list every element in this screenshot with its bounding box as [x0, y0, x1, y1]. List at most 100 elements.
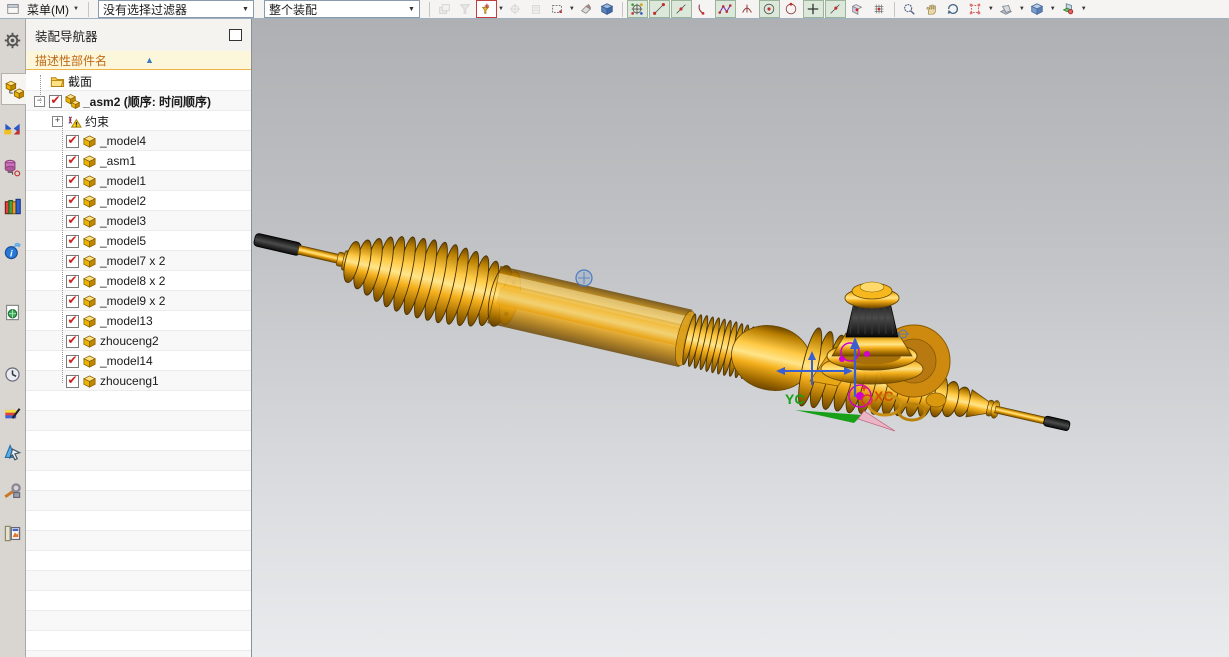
tree-item-label[interactable]: 截面 [68, 73, 92, 90]
resource-tab-constraint-navigator-icon[interactable] [1, 113, 24, 143]
pole-point-icon[interactable] [737, 0, 758, 18]
component-checkbox[interactable]: ✔ [66, 234, 79, 248]
tree-item-label[interactable]: zhouceng2 [100, 334, 159, 348]
column-header[interactable]: 描述性部件名 ▲ [26, 51, 251, 70]
resource-tab-pointer-tool-icon[interactable] [1, 436, 24, 466]
selection-scope-select[interactable]: 整个装配 ▼ [263, 0, 420, 18]
spline-point-icon[interactable] [714, 0, 736, 18]
left-bellows-boot[interactable] [336, 221, 504, 333]
tree-item-约束[interactable]: + 约束 [26, 111, 251, 131]
component-checkbox[interactable]: ✔ [66, 294, 79, 308]
point-on-face-icon[interactable] [847, 0, 868, 18]
marquee-select-icon[interactable] [547, 0, 568, 18]
component-checkbox[interactable]: ✔ [66, 274, 79, 288]
tree-item-_model9-x-2[interactable]: ✔ _model9 x 2 [26, 291, 251, 311]
quadrant-point-icon[interactable] [781, 0, 802, 18]
tree-item-_model14[interactable]: ✔ _model14 [26, 351, 251, 371]
tree-item-label[interactable]: _model5 [100, 234, 146, 248]
tree-item-截面[interactable]: 截面 [26, 71, 251, 91]
endpoint-icon[interactable] [648, 0, 670, 18]
tree-item-_model3[interactable]: ✔ _model3 [26, 211, 251, 231]
component-checkbox[interactable]: ✔ [66, 194, 79, 208]
resource-tab-part-navigator-icon[interactable] [1, 152, 24, 182]
left-tie-rod-end[interactable] [253, 233, 302, 256]
graphics-window[interactable]: YC XC [252, 19, 1229, 657]
chevron-down-icon[interactable]: ▼ [498, 6, 504, 12]
right-tie-rod[interactable] [994, 405, 1050, 426]
filter-funnel-icon[interactable] [455, 0, 476, 18]
selection-filter-select[interactable]: 没有选择过滤器 ▼ [97, 0, 254, 18]
work-part-icon[interactable] [597, 0, 618, 18]
grid-point-icon[interactable] [869, 0, 890, 18]
tree-item-label[interactable]: _model8 x 2 [100, 274, 165, 288]
resource-tab-assembly-navigator-icon[interactable] [1, 73, 26, 105]
tree-item-label[interactable]: _model13 [100, 314, 153, 328]
component-checkbox[interactable]: ✔ [66, 354, 79, 368]
tree-item-label[interactable]: _asm2 (顺序: 时间顺序) [83, 93, 211, 110]
sheet-icon[interactable] [2, 0, 23, 18]
resource-tab-customize-tools-icon[interactable] [1, 476, 24, 506]
component-checkbox[interactable]: ✔ [66, 334, 79, 348]
perspective-icon[interactable] [996, 0, 1017, 18]
sort-ascending-icon[interactable]: ▲ [145, 55, 154, 65]
tree-item-_model1[interactable]: ✔ _model1 [26, 171, 251, 191]
arc-point-icon[interactable] [693, 0, 714, 18]
fit-view-icon[interactable] [965, 0, 986, 18]
tree-item-_model8-x-2[interactable]: ✔ _model8 x 2 [26, 271, 251, 291]
snap-point-icon[interactable] [626, 0, 648, 18]
tree-item-zhouceng1[interactable]: ✔ zhouceng1 [26, 371, 251, 391]
tree-item-label[interactable]: 约束 [85, 113, 109, 130]
tree-item-_model7-x-2[interactable]: ✔ _model7 x 2 [26, 251, 251, 271]
component-checkbox[interactable]: ✔ [66, 374, 79, 388]
resource-tab-internet-explorer-icon[interactable]: i [1, 236, 24, 266]
resource-tab-roles-gear-icon[interactable] [1, 25, 24, 55]
left-tie-rod[interactable] [297, 244, 341, 264]
chevron-down-icon[interactable]: ▼ [1019, 6, 1025, 12]
tree-item-_model2[interactable]: ✔ _model2 [26, 191, 251, 211]
tree-item-label[interactable]: _asm1 [100, 154, 136, 168]
component-checkbox[interactable]: ✔ [66, 314, 79, 328]
pan-icon[interactable] [921, 0, 942, 18]
component-checkbox[interactable]: ✔ [49, 94, 62, 108]
resource-tab-reuse-library-icon[interactable] [1, 191, 24, 221]
component-checkbox[interactable]: ✔ [66, 154, 79, 168]
component-checkbox[interactable]: ✔ [66, 134, 79, 148]
chevron-down-icon[interactable]: ▼ [988, 6, 994, 12]
shaded-view-icon[interactable] [1027, 0, 1048, 18]
tree-item-label[interactable]: _model3 [100, 214, 146, 228]
tree-item-_model5[interactable]: ✔ _model5 [26, 231, 251, 251]
point-on-curve-icon[interactable] [824, 0, 846, 18]
tree-item-label[interactable]: _model7 x 2 [100, 254, 165, 268]
capture-icon[interactable] [526, 0, 547, 18]
zoom-icon[interactable] [899, 0, 920, 18]
tree-item-label[interactable]: _model4 [100, 134, 146, 148]
tree-item-zhouceng2[interactable]: ✔ zhouceng2 [26, 331, 251, 351]
chevron-down-icon[interactable]: ▼ [1081, 6, 1087, 12]
chevron-down-icon[interactable]: ▼ [569, 6, 575, 12]
snap-filter-icon[interactable] [475, 0, 497, 18]
resource-tab-web-page-icon[interactable] [1, 297, 24, 327]
render-style-icon[interactable] [1058, 0, 1079, 18]
tree-item-_model13[interactable]: ✔ _model13 [26, 311, 251, 331]
tree-item-_model4[interactable]: ✔ _model4 [26, 131, 251, 151]
component-checkbox[interactable]: ✔ [66, 214, 79, 228]
resource-tab-history-icon[interactable] [1, 359, 24, 389]
tree-item-label[interactable]: _model2 [100, 194, 146, 208]
tree-item-label[interactable]: _model14 [100, 354, 153, 368]
tree-item-_asm1[interactable]: ✔ _asm1 [26, 151, 251, 171]
float-panel-button[interactable] [229, 29, 242, 41]
tree-item-label[interactable]: zhouceng1 [100, 374, 159, 388]
resource-tab-gallery-door-icon[interactable] [1, 518, 24, 548]
midpoint-icon[interactable] [670, 0, 692, 18]
eraser-icon[interactable] [576, 0, 597, 18]
steering-rack-model[interactable]: YC XC [252, 201, 1078, 466]
component-checkbox[interactable]: ✔ [66, 174, 79, 188]
tree-item-label[interactable]: _model9 x 2 [100, 294, 165, 308]
center-point-icon[interactable] [758, 0, 780, 18]
menu-button[interactable]: 菜单(M) ▼ [23, 1, 84, 18]
tree-item-_asm2-(顺序:-时间顺序)[interactable]: − ✔ _asm2 (顺序: 时间顺序) [26, 91, 251, 111]
tree-item-label[interactable]: _model1 [100, 174, 146, 188]
viewport-3d[interactable]: YC XC [252, 19, 1229, 657]
move-target-icon[interactable] [505, 0, 526, 18]
resource-tab-palette-icon[interactable] [1, 398, 24, 428]
